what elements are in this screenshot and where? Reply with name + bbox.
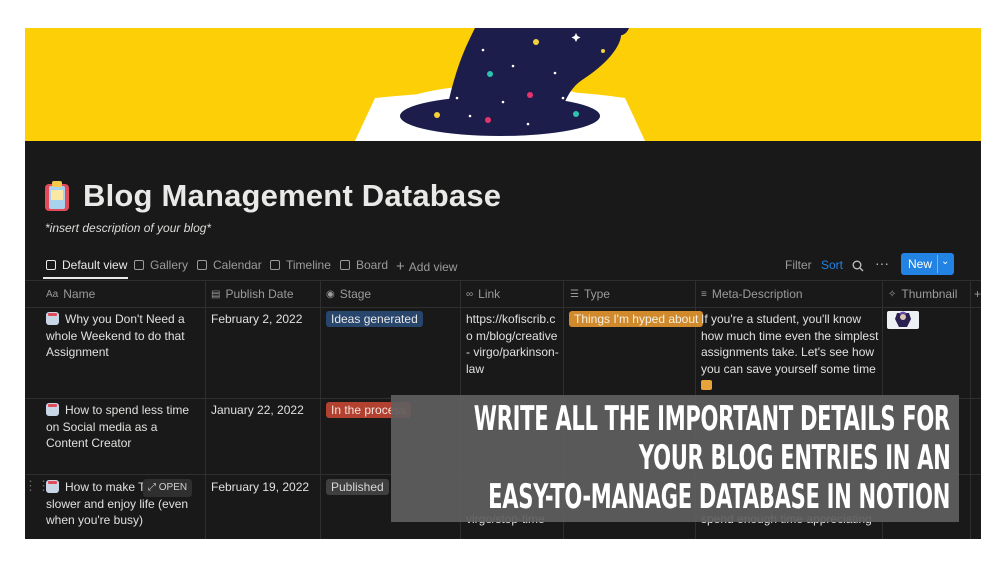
cell-text: How to spend less time on Social media a… (46, 403, 190, 450)
column-label: Thumbnail (901, 287, 958, 301)
tab-board[interactable]: Board (340, 258, 388, 272)
column-header-meta-description[interactable]: ≡ Meta-Description (701, 281, 803, 307)
title-icon: Aa (46, 288, 59, 300)
timeline-icon (270, 260, 280, 270)
open-row-button[interactable]: ⤢ OPEN (143, 479, 193, 497)
tab-calendar[interactable]: Calendar (197, 258, 262, 272)
notebook-icon (46, 480, 59, 493)
view-bar: Default view Gallery Calendar Timeline B… (25, 250, 981, 280)
filter-button[interactable]: Filter (785, 258, 812, 272)
table-row-date[interactable]: January 22, 2022 (211, 402, 304, 419)
divider (25, 307, 981, 308)
calendar-icon: ▤ (211, 288, 221, 300)
column-label: Link (478, 287, 501, 301)
promo-caption: Write all the important details for your… (391, 395, 959, 522)
caption-line: Write all the important details for (473, 399, 950, 439)
cell-text: Why you Don't Need a whole Weekend to do… (46, 312, 185, 359)
tab-gallery[interactable]: Gallery (134, 258, 188, 272)
calendar-icon (197, 260, 207, 270)
tab-label: Calendar (213, 258, 262, 272)
notebook-icon (46, 403, 59, 416)
divider (25, 280, 981, 281)
page-title[interactable]: Blog Management Database (83, 178, 501, 214)
divider (970, 281, 971, 539)
caption-line: easy-to-manage database in Notion (488, 477, 950, 517)
tab-default-view[interactable]: Default view (46, 258, 127, 272)
more-options-icon[interactable]: ··· (875, 255, 889, 271)
table-row-date[interactable]: February 2, 2022 (211, 311, 302, 328)
table-row-link[interactable]: https://kofiscrib.co m/blog/creative- vi… (466, 311, 560, 377)
column-header-thumbnail[interactable]: ✧ Thumbnail (888, 281, 957, 307)
table-row-name[interactable]: Why you Don't Need a whole Weekend to do… (46, 311, 201, 361)
board-icon (340, 260, 350, 270)
column-header-link[interactable]: ∞ Link (466, 281, 500, 307)
table-row-date[interactable]: February 19, 2022 (211, 479, 309, 496)
cell-text: If you're a student, you'll know how muc… (701, 312, 879, 376)
notebook-emoji-icon[interactable] (43, 181, 71, 213)
tab-timeline[interactable]: Timeline (270, 258, 331, 272)
open-label: OPEN (158, 482, 188, 493)
column-label: Stage (339, 287, 372, 301)
divider (320, 281, 321, 539)
column-header-stage[interactable]: ◉ Stage (326, 281, 371, 307)
column-label: Type (583, 287, 610, 301)
table-icon (46, 260, 56, 270)
table-row-type[interactable]: Things I'm hyped about (569, 311, 704, 328)
column-label: Meta-Description (711, 287, 803, 301)
thumbnail-image[interactable] (887, 311, 919, 329)
add-view-button[interactable]: + Add view (396, 258, 457, 275)
status-icon: ◉ (326, 288, 335, 300)
type-badge: Things I'm hyped about (569, 311, 704, 327)
expand-icon: ⤢ (148, 482, 156, 493)
new-button-divider (937, 255, 938, 273)
add-view-label: Add view (408, 259, 458, 274)
thumbnail-illustration (895, 311, 911, 327)
table-row-name[interactable]: How to spend less time on Social media a… (46, 402, 201, 452)
search-icon[interactable] (852, 260, 864, 272)
cover-image[interactable] (25, 28, 981, 141)
text-icon: ≡ (701, 288, 707, 300)
table-row-meta[interactable]: If you're a student, you'll know how muc… (701, 311, 879, 395)
tab-label: Default view (62, 258, 128, 272)
coffee-cup-illustration (355, 28, 645, 141)
column-header-publish-date[interactable]: ▤ Publish Date (211, 281, 294, 307)
page-description[interactable]: *insert description of your blog* (45, 221, 211, 235)
link-icon: ∞ (466, 288, 474, 300)
divider (205, 281, 206, 539)
package-emoji-icon (701, 380, 712, 390)
list-icon: ☰ (570, 288, 579, 300)
tab-label: Gallery (150, 258, 189, 272)
sort-button[interactable]: Sort (821, 258, 843, 272)
plus-icon: + (396, 258, 405, 275)
table-row-stage[interactable]: Published (326, 479, 389, 496)
chevron-down-icon[interactable]: ⌄ (941, 256, 949, 267)
attachment-icon: ✧ (888, 288, 897, 300)
add-column-button[interactable]: + (974, 281, 981, 307)
new-button-label: New (908, 257, 933, 271)
column-header-name[interactable]: Aa Name (46, 281, 95, 307)
status-badge: Published (326, 479, 389, 495)
new-button[interactable]: New ⌄ (901, 253, 954, 275)
table-row-stage[interactable]: Ideas generated (326, 311, 423, 328)
column-label: Publish Date (225, 287, 294, 301)
notebook-icon (46, 312, 59, 325)
cell-text: slower and enjoy life (even when you're … (46, 496, 189, 528)
column-header-type[interactable]: ☰ Type (570, 281, 610, 307)
gallery-icon (134, 260, 144, 270)
tab-label: Board (356, 258, 389, 272)
active-tab-indicator (43, 277, 128, 279)
caption-line: your blog entries in an (638, 438, 950, 478)
column-label: Name (63, 287, 96, 301)
status-badge: Ideas generated (326, 311, 423, 327)
cell-text: How to make Tir (65, 480, 152, 494)
tab-label: Timeline (286, 258, 331, 272)
